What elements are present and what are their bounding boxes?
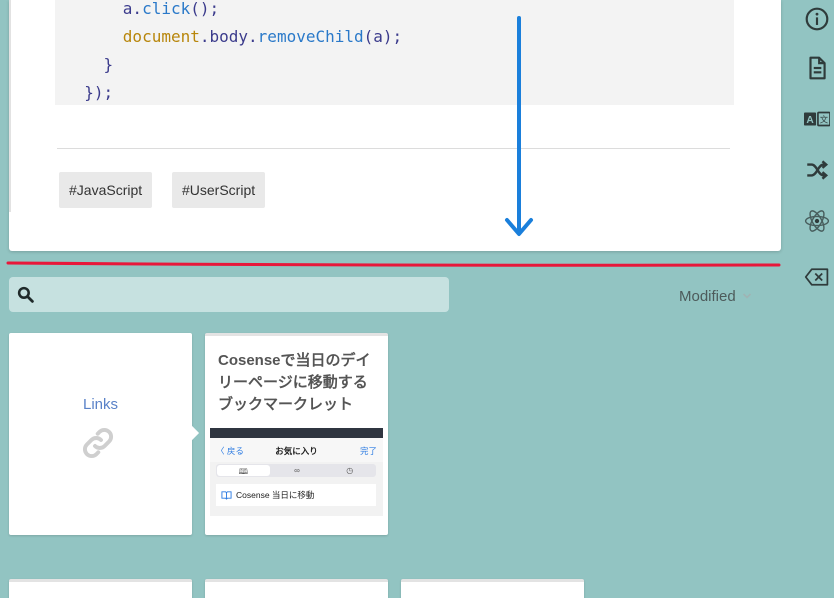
code-token: click (142, 0, 191, 18)
code-token: } (103, 55, 114, 74)
chevron-down-icon (742, 293, 751, 299)
code-token: a. (122, 0, 143, 18)
ios-bookmark-row: Cosense 当日に移動 (216, 484, 376, 506)
ios-bookmark-label: Cosense 当日に移動 (236, 490, 315, 500)
shuffle-icon (807, 160, 829, 180)
ios-segment-history: ◷ (346, 466, 354, 475)
translate-button[interactable]: A文 (800, 102, 834, 136)
search-icon (17, 286, 34, 303)
svg-text:文: 文 (820, 115, 829, 125)
code-token: body (209, 27, 249, 46)
backspace-icon (804, 268, 829, 286)
ios-nav-bar: 〈 戻る お気に入り 完了 (210, 438, 383, 462)
tag-userscript[interactable]: #UserScript (172, 172, 266, 208)
delete-button[interactable] (800, 260, 834, 294)
shuffle-button[interactable] (800, 153, 834, 187)
ios-segment-reading-list: ∞ (294, 466, 300, 475)
ios-title: お気に入り (275, 446, 318, 456)
react-button[interactable] (800, 204, 834, 238)
page-card-partial[interactable] (205, 579, 388, 598)
page-thumbnail-image: 〈 戻る お気に入り 完了 🕮 ∞ ◷ Cosense 当日に移動 (210, 428, 383, 516)
link-icon (83, 428, 113, 458)
book-icon (221, 491, 232, 500)
page-card: a.click(); document.body.removeChild(a);… (9, 0, 781, 251)
page-card-partial[interactable] (9, 579, 192, 598)
annotation-red-underline (6, 261, 781, 267)
code-line: } (65, 51, 114, 79)
translate-icon: A文 (804, 111, 830, 127)
search-box[interactable] (9, 277, 449, 312)
code-token: (); (190, 0, 220, 18)
code-line: a.click(); (65, 0, 219, 23)
react-icon (804, 210, 830, 232)
code-line: }); (65, 79, 113, 107)
ios-segmented-control: 🕮 ∞ ◷ (216, 464, 376, 477)
tag-javascript[interactable]: #JavaScript (59, 172, 153, 208)
document-button[interactable] (800, 51, 834, 85)
page-thumbnail-card[interactable]: Cosenseで当日のデイリーページに移動するブックマークレット 〈 戻る お気… (205, 333, 388, 535)
links-label: Links (82, 396, 119, 413)
page-card-partial[interactable] (401, 579, 584, 598)
code-line: document.body.removeChild(a); (65, 23, 402, 51)
search-input[interactable] (41, 277, 441, 312)
svg-text:A: A (806, 115, 814, 126)
ios-segment-bookmarks: 🕮 (217, 465, 270, 476)
ios-done-label: 完了 (359, 446, 377, 456)
code-token: document (122, 27, 200, 46)
info-button[interactable] (800, 2, 834, 36)
code-block: a.click(); document.body.removeChild(a);… (55, 0, 734, 105)
divider (57, 148, 730, 149)
sort-select[interactable]: Modified (679, 286, 752, 306)
code-token: removeChild (257, 27, 364, 46)
info-icon (805, 7, 829, 31)
sort-label: Modified (679, 287, 736, 305)
document-icon (809, 56, 826, 80)
code-token: . (199, 27, 210, 46)
code-token: }); (84, 83, 114, 102)
code-token: (a); (363, 27, 403, 46)
page-thumbnail-title: Cosenseで当日のデイリーページに移動するブックマークレット (218, 352, 371, 413)
code-token: . (248, 27, 258, 46)
code-gutter (9, 0, 11, 212)
